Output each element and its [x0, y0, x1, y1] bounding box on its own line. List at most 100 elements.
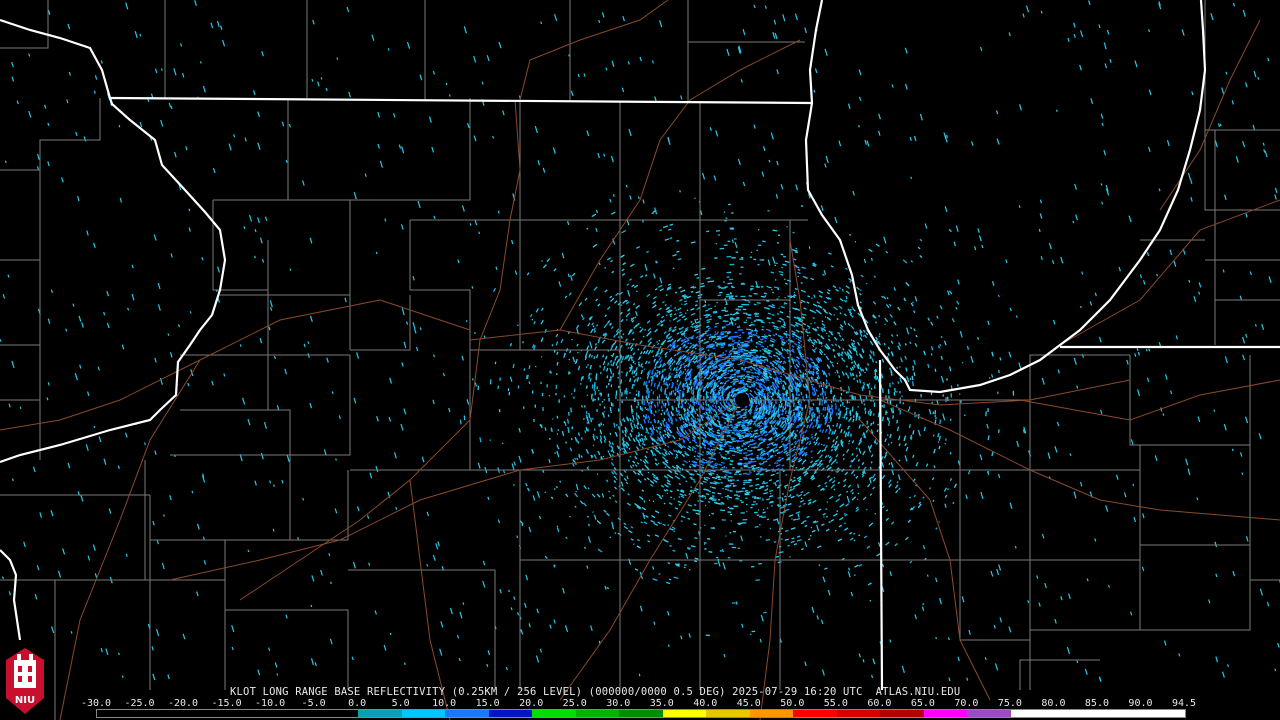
- echo-pixel: [849, 417, 852, 421]
- echo-pixel: [853, 377, 855, 380]
- echo-pixel: [823, 516, 825, 518]
- echo-pixel: [748, 457, 753, 460]
- echo-pixel: [571, 338, 573, 341]
- echo-pixel: [833, 314, 836, 316]
- echo-pixel: [641, 366, 644, 368]
- echo-pixel: [875, 442, 879, 445]
- echo-pixel: [825, 485, 828, 488]
- echo-pixel: [703, 541, 707, 544]
- echo-pixel: [782, 409, 785, 413]
- echo-pixel: [800, 205, 804, 207]
- echo-pixel: [663, 382, 666, 386]
- echo-pixel: [827, 335, 830, 337]
- echo-pixel: [769, 500, 774, 503]
- echo-pixel: [898, 459, 901, 462]
- echo-pixel: [609, 407, 612, 412]
- echo-pixel: [667, 524, 670, 526]
- echo-pixel: [844, 435, 847, 438]
- echo-pixel: [766, 453, 769, 456]
- echo-pixel: [714, 388, 717, 391]
- echo-pixel: [768, 304, 773, 308]
- echo-pixel: [581, 375, 584, 380]
- echo-pixel: [713, 446, 715, 449]
- echo-pixel: [609, 496, 612, 499]
- echo-pixel: [755, 445, 760, 449]
- echo-pixel: [825, 508, 828, 511]
- echo-pixel: [575, 490, 577, 493]
- echo-pixel: [714, 341, 717, 344]
- echo-pixel: [908, 424, 911, 429]
- echo-pixel: [656, 374, 659, 378]
- echo-pixel: [707, 501, 711, 503]
- echo-pixel: [730, 375, 733, 378]
- echo-pixel: [761, 482, 765, 485]
- echo-pixel: [817, 407, 820, 413]
- echo-pixel: [659, 364, 662, 367]
- echo-pixel: [669, 237, 673, 240]
- echo-pixel: [866, 421, 869, 425]
- echo-pixel: [847, 386, 850, 391]
- echo-pixel: [595, 373, 598, 379]
- echo-pixel: [802, 355, 805, 358]
- echo-pixel: [771, 443, 774, 446]
- echo-pixel: [836, 461, 838, 464]
- echo-pixel: [762, 404, 765, 409]
- echo-pixel: [773, 541, 777, 543]
- echo-pixel: [810, 433, 813, 436]
- echo-pixel: [707, 538, 711, 540]
- echo-pixel: [866, 363, 870, 366]
- echo-pixel: [766, 350, 769, 353]
- echo-pixel: [664, 436, 667, 439]
- echo-pixel: [633, 379, 636, 383]
- echo-pixel: [811, 456, 813, 459]
- echo-pixel: [687, 547, 691, 550]
- echo-pixel: [892, 415, 894, 419]
- echo-pixel: [772, 408, 775, 412]
- echo-pixel: [725, 323, 731, 326]
- echo-pixel: [636, 290, 638, 293]
- echo-pixel: [732, 392, 735, 394]
- echo-pixel: [767, 419, 770, 422]
- echo-pixel: [684, 372, 687, 375]
- echo-pixel: [805, 387, 808, 391]
- echo-pixel: [685, 364, 688, 367]
- echo-pixel: [696, 318, 699, 321]
- echo-pixel: [678, 503, 681, 506]
- echo-pixel: [935, 527, 938, 530]
- echo-pixel: [710, 527, 715, 530]
- echo-pixel: [761, 328, 764, 331]
- echo-pixel: [818, 384, 821, 388]
- echo-pixel: [690, 389, 693, 394]
- echo-pixel: [784, 529, 789, 533]
- echo-pixel: [878, 314, 881, 318]
- echo-pixel: [664, 433, 667, 436]
- echo-pixel: [588, 376, 590, 380]
- echo-pixel: [720, 346, 725, 349]
- echo-pixel: [952, 501, 955, 505]
- echo-pixel: [938, 521, 940, 523]
- echo-pixel: [730, 369, 734, 371]
- echo-pixel: [650, 421, 652, 424]
- echo-pixel: [610, 363, 613, 366]
- echo-pixel: [792, 412, 796, 416]
- echo-pixel: [684, 312, 687, 315]
- echo-pixel: [837, 467, 840, 470]
- echo-pixel: [566, 418, 570, 424]
- echo-pixel: [757, 497, 762, 500]
- echo-pixel: [612, 372, 615, 378]
- echo-pixel: [606, 375, 609, 379]
- echo-pixel: [643, 368, 646, 370]
- echo-pixel: [649, 405, 651, 410]
- echo-pixel: [825, 332, 828, 335]
- echo-pixel: [676, 250, 680, 253]
- echo-pixel: [839, 410, 842, 416]
- echo-pixel: [599, 371, 602, 375]
- echo-pixel: [553, 488, 556, 491]
- echo-pixel: [813, 341, 816, 344]
- echo-pixel: [845, 416, 848, 420]
- echo-pixel: [732, 383, 736, 386]
- echo-pixel: [760, 378, 763, 381]
- echo-pixel: [851, 306, 854, 309]
- echo-pixel: [525, 374, 528, 380]
- echo-pixel: [745, 375, 750, 378]
